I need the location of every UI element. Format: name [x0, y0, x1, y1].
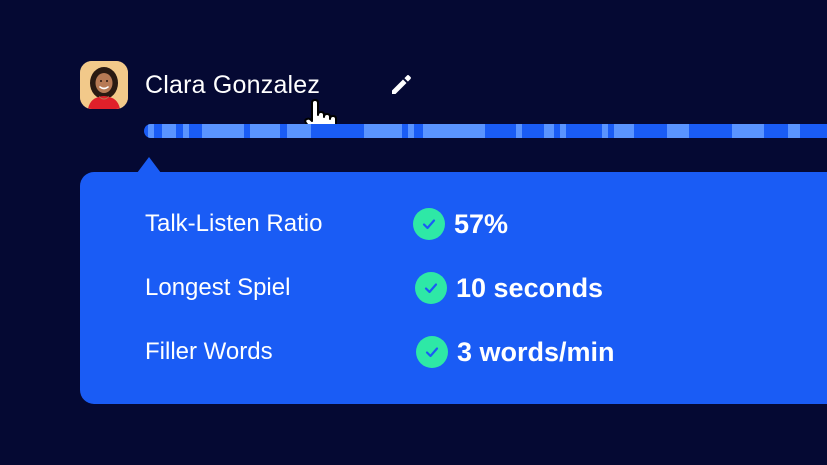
metric-label: Talk-Listen Ratio: [145, 210, 323, 237]
timeline-segment: [287, 124, 311, 138]
pencil-icon[interactable]: [387, 70, 415, 98]
speaking-timeline[interactable]: [144, 124, 827, 138]
check-circle-icon: [416, 336, 448, 368]
timeline-segment: [614, 124, 634, 138]
timeline-segment: [408, 124, 414, 138]
user-name: Clara Gonzalez: [145, 70, 321, 99]
check-circle-icon: [415, 272, 447, 304]
timeline-segment: [250, 124, 280, 138]
timeline-segment: [560, 124, 566, 138]
timeline-segment: [516, 124, 522, 138]
timeline-segment: [667, 124, 689, 138]
person-portrait-icon: [80, 61, 128, 109]
metric-label: Longest Spiel: [145, 274, 291, 301]
timeline-segment: [162, 124, 176, 138]
metric-label: Filler Words: [145, 338, 273, 365]
timeline-segment: [202, 124, 244, 138]
timeline-segment: [183, 124, 189, 138]
metric-row-talk-listen-ratio: Talk-Listen Ratio 57%: [145, 206, 508, 242]
metric-row-longest-spiel: Longest Spiel 10 seconds: [145, 270, 603, 306]
timeline-segment: [732, 124, 764, 138]
timeline-segment: [148, 124, 154, 138]
tooltip-pointer: [137, 157, 161, 173]
timeline-segment: [423, 124, 485, 138]
check-circle-icon: [413, 208, 445, 240]
user-header: Clara Gonzalez: [80, 61, 411, 109]
timeline-segment: [364, 124, 402, 138]
metric-value: 57%: [454, 208, 509, 239]
timeline-segment: [788, 124, 800, 138]
avatar: [80, 61, 128, 109]
metric-row-filler-words: Filler Words 3 words/min: [145, 334, 615, 370]
metric-value: 10 seconds: [456, 272, 604, 303]
timeline-segment: [544, 124, 554, 138]
metric-value: 3 words/min: [457, 336, 615, 367]
metrics-card: Talk-Listen Ratio 57% Longest Spiel 10 s…: [80, 172, 827, 404]
timeline-segment: [602, 124, 608, 138]
